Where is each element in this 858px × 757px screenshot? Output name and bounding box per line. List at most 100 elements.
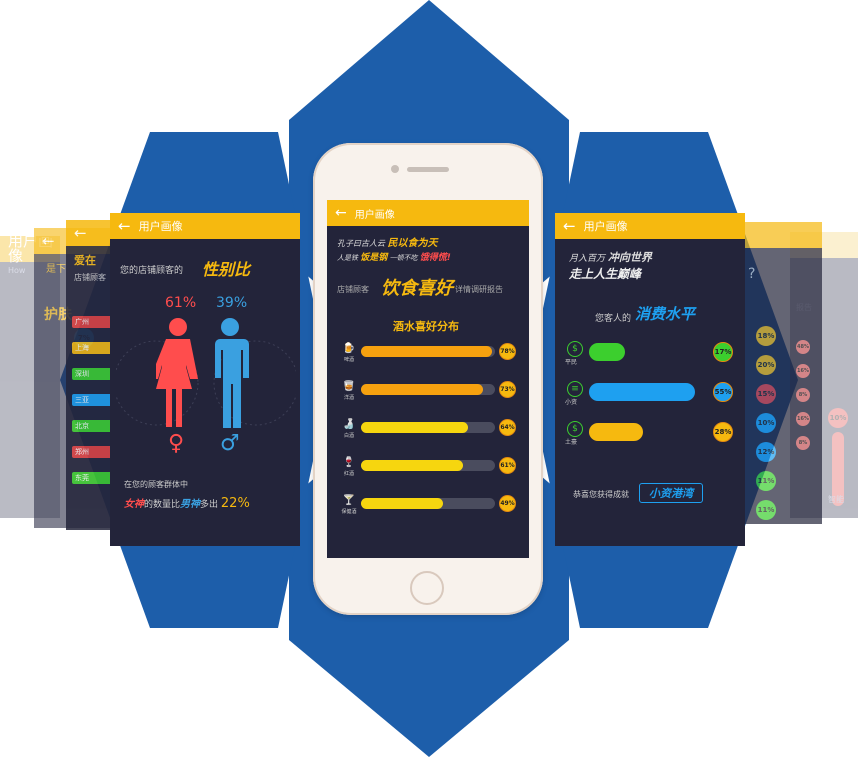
drink-row: 🍶 白酒 64% [341,419,521,439]
drink-bar-track [361,422,495,433]
female-symbol-icon: ♀ [168,431,185,456]
city-list-item: 东莞 [72,472,112,484]
arrow-left-icon[interactable]: ← [118,218,131,234]
ghost-percentage: 11% [756,471,776,491]
drink-row: 🍺 啤酒 78% [341,343,521,363]
arrow-left-icon[interactable]: ← [335,205,347,221]
ghost-percentage: 11% [756,500,776,520]
baijiu-icon: 🍶 [342,419,356,430]
city-list-item: 郑州 [72,446,112,458]
compare-text: 的数量比 [144,500,181,510]
male-symbol-icon: ♂ [220,431,240,456]
tagline-2: 人是铁 饭是钢 一顿不吃 饿得慌! [337,250,451,263]
drink-bar-track [361,460,495,471]
ghost-percentage-small: 8% [796,436,810,450]
section-title: 酒水喜好分布 [393,320,459,333]
level-bar [589,423,643,441]
topbar-title: 用户画像 [354,209,395,221]
report-suffix: 详情调研报告 [455,285,503,294]
drink-label: 洋酒 [343,395,354,401]
level-percentage: 28% [713,422,733,442]
tagline-1: 孔子曰古人云 民以食为天 [337,234,438,249]
consumption-level-card: ← 用户画像 月入百万 冲向世界 走上人生巅峰 您客人的 消费水平 $ 平民 17%… [555,213,745,546]
achievement-badge[interactable]: 小资港湾 [639,483,703,503]
slogan-1: 月入百万 冲向世界 [569,249,652,265]
ghost-text: 是下 [46,264,66,275]
topbar-title: 用户画像 [138,220,183,233]
goddess-label: 女神 [124,499,144,510]
doodle-background [116,340,296,426]
drink-percentage: 64% [499,419,516,436]
level-bar [589,383,695,401]
slogan-text: 月入百万 [569,254,606,264]
drink-bar-fill [361,498,443,509]
right-ghost-card-2: ? 18% 20% 15% 10% 12% 11% 11% 48% 16% 8% 16% 8% [740,222,822,524]
drink-row: 🍷 红酒 61% [341,457,521,477]
tagline-text: 人是铁 [337,254,358,262]
headline: 性别比 [202,260,251,279]
topbar: ← 用户画像 [327,200,529,226]
level-bar [589,343,625,361]
phone-mockup: ← 用户画像 孔子曰古人云 民以食为天 人是铁 饭是钢 一顿不吃 饿得慌! 店铺… [313,143,543,615]
level-label: 土豪 [565,439,578,446]
level-percentage: 17% [713,342,733,362]
male-figure-icon [215,318,249,428]
ghost-percentage: 18% [756,326,776,346]
level-prefix: 您客人的 [595,314,632,324]
coin-stack-icon: ≡ [567,381,583,397]
wine-icon: 🍷 [342,457,356,468]
camera-icon [391,165,399,173]
ghost-text: 智能 [828,495,844,504]
drink-bar-fill [361,384,483,395]
slogan-2: 走上人生巅峰 [569,267,642,281]
topbar-title: 用户画像 [583,220,628,233]
drink-bar-track [361,498,495,509]
drink-row: 🥃 洋酒 73% [341,381,521,401]
drink-percentage: 49% [499,495,516,512]
city-list-item: 广州 [72,316,112,328]
phone-screen: ← 用户画像 孔子曰古人云 民以食为天 人是铁 饭是钢 一顿不吃 饿得慌! 店铺… [327,200,529,558]
drink-label: 保健酒 [341,509,357,515]
ghost-percentage-small: 16% [796,364,810,378]
topbar: ← 用户画像 [110,213,300,239]
tagline-highlight: 民以食为天 [387,238,438,249]
arrow-left-icon[interactable]: ← [563,218,576,234]
female-percentage: 61% [165,295,197,311]
ghost-text: How [8,266,26,275]
achievement-prefix: 恭喜您获得成就 [573,490,629,499]
ghost-percentage: 15% [756,384,776,404]
male-label: 男神 [180,499,201,510]
beer-icon: 🍺 [342,343,356,354]
drink-bar-fill [361,460,463,471]
ghost-badge: 10% [828,408,848,428]
tagline-text: 孔子曰古人云 [337,239,385,248]
more-text: 多出 [200,500,219,510]
ghost-percentage: 20% [756,355,776,375]
ghost-percentage: 12% [756,442,776,462]
home-button[interactable] [410,571,444,605]
level-label: 小资 [565,399,578,406]
ghost-text: ? [748,266,756,282]
drink-percentage: 61% [499,457,516,474]
difference-value: 22% [220,496,250,511]
drink-label: 啤酒 [343,357,354,363]
drink-percentage: 73% [499,381,516,398]
footer-line2: 女神的数量比男神多出 22% [124,495,250,511]
topbar: ← 用户画像 [555,213,745,239]
money-bag-icon: $ [567,421,583,437]
level-headline: 消费水平 [635,305,696,323]
slogan-highlight: 冲向世界 [607,251,652,264]
drink-bar-fill [361,422,468,433]
gender-ratio-card: ← 用户画像 您的店铺顾客的 性别比 61% 39% ♀ ♂ 在您的顾客群体中 … [110,213,300,546]
footer-line1: 在您的顾客群体中 [124,480,188,489]
drink-bar-fill [361,346,492,357]
ghost-percentage-small: 8% [796,388,810,402]
city-list-item: 三亚 [72,394,112,406]
ghost-text: 店铺顾客 [74,273,106,282]
dollar-coin-icon: $ [567,341,583,357]
drink-bar-track [361,346,495,357]
drink-percentage: 78% [499,343,516,360]
tagline-alert: 饿得慌! [419,253,451,263]
city-list-item: 深圳 [72,368,112,380]
ghost-percentage: 10% [756,413,776,433]
